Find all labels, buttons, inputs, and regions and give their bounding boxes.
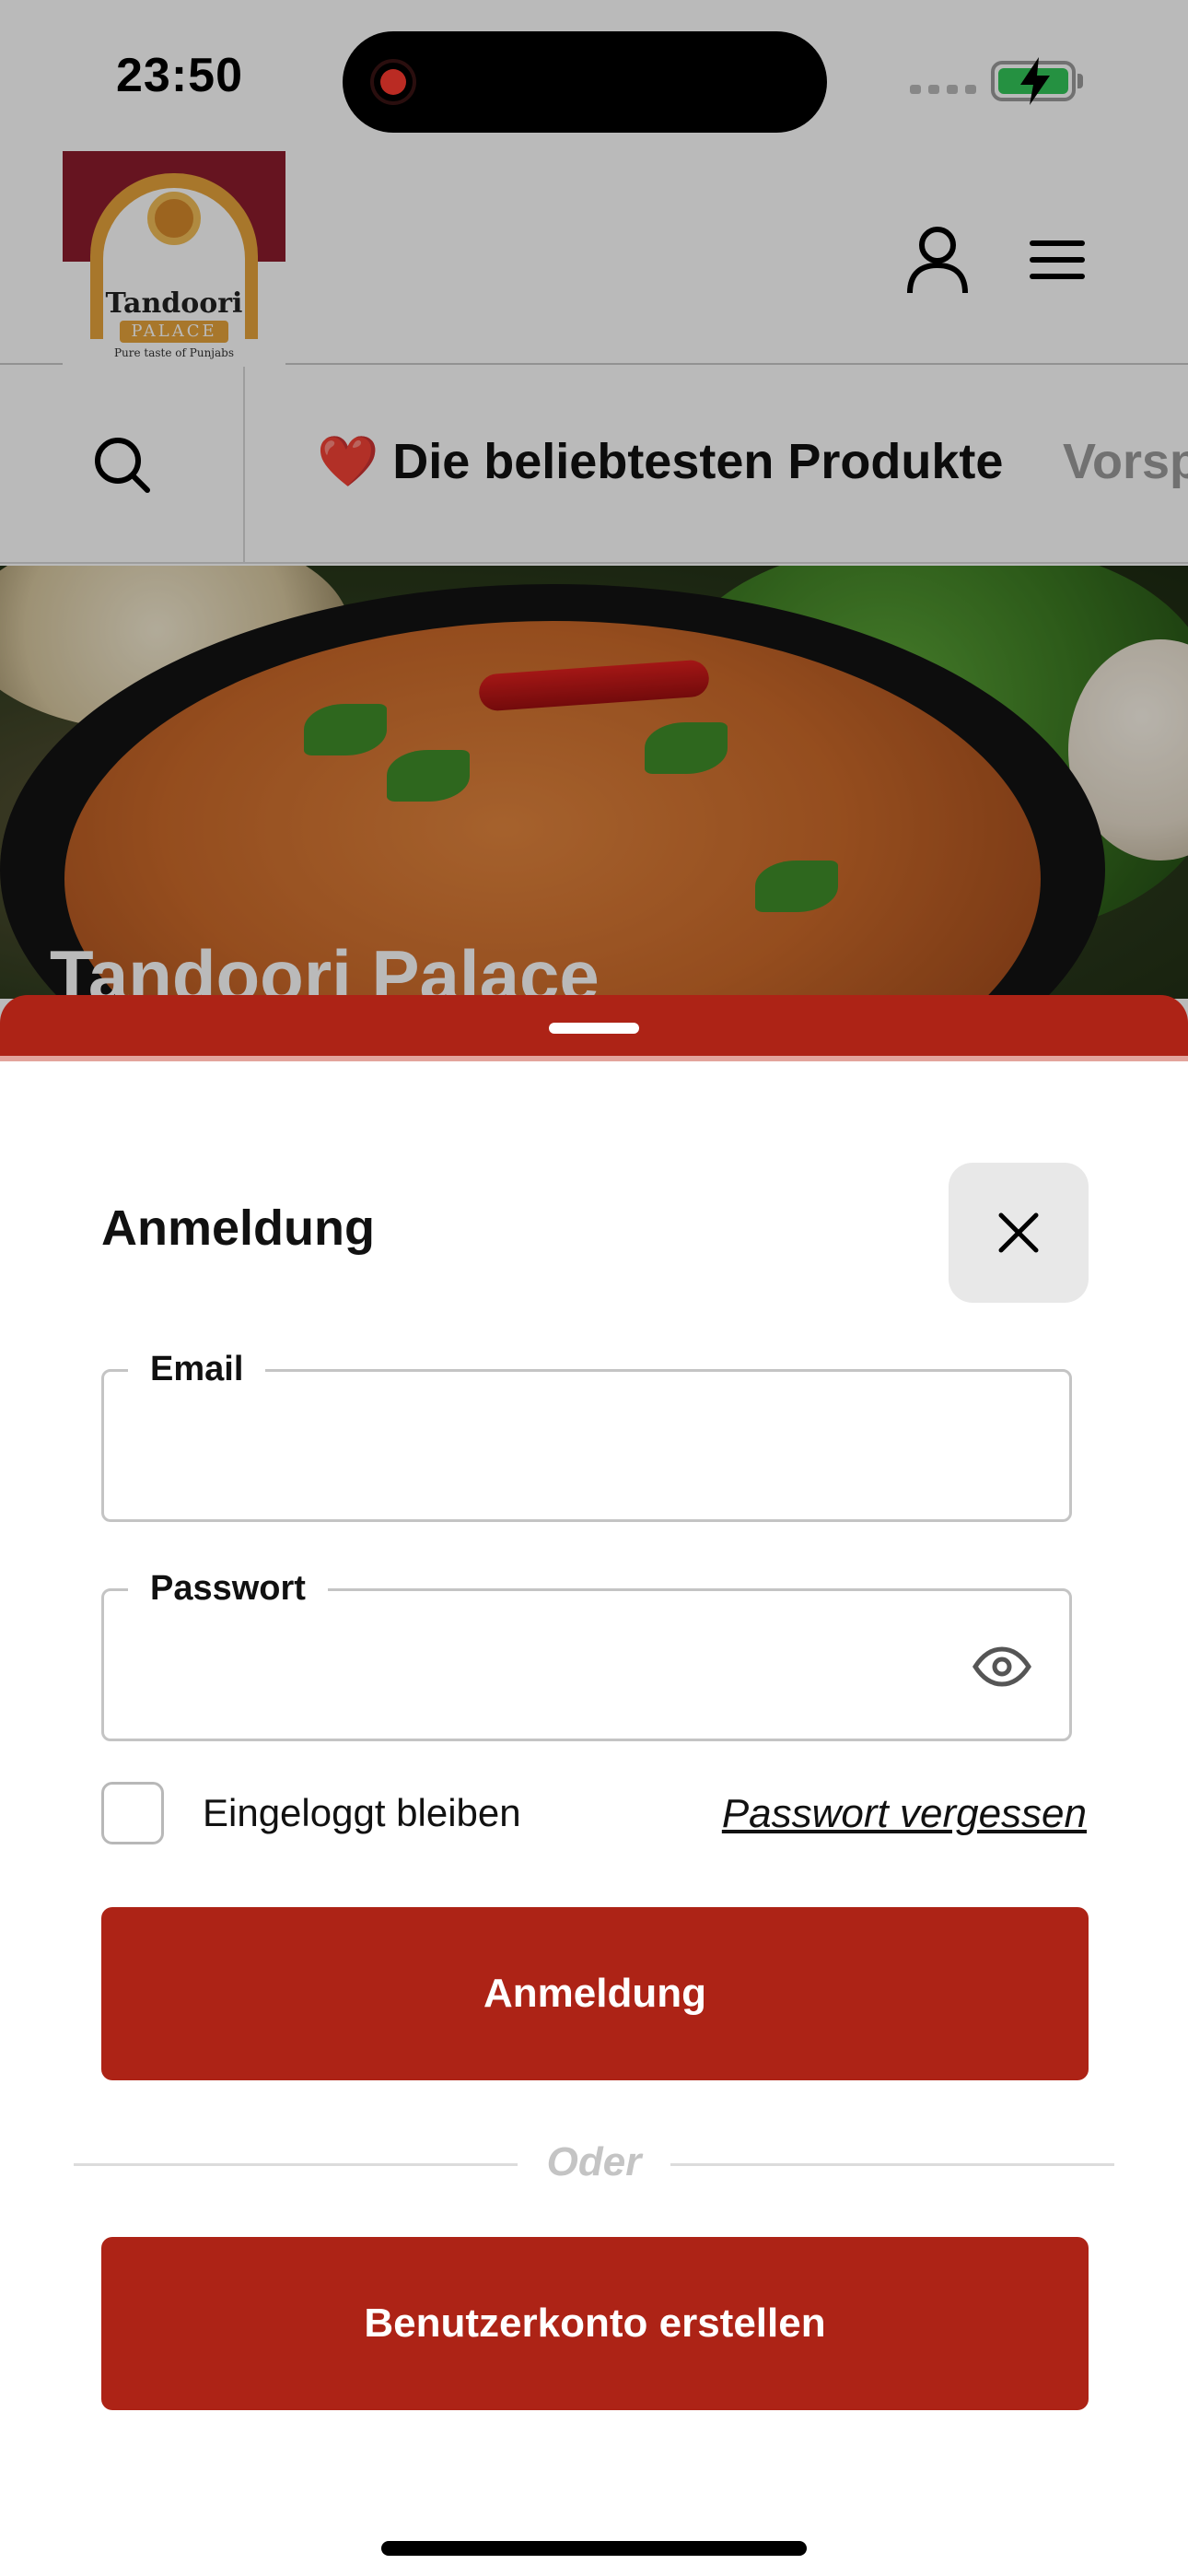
email-input[interactable] — [141, 1418, 970, 1482]
login-title: Anmeldung — [101, 1200, 375, 1256]
email-field: Email — [101, 1350, 1072, 1522]
drag-handle[interactable] — [549, 1023, 639, 1034]
show-password-button[interactable] — [972, 1639, 1032, 1694]
password-field: Passwort — [101, 1569, 1072, 1741]
forgot-password-link[interactable]: Passwort vergessen — [722, 1791, 1087, 1837]
remember-me-checkbox[interactable] — [101, 1782, 164, 1844]
password-input[interactable] — [141, 1637, 970, 1702]
divider-line-right — [670, 2163, 1114, 2166]
home-indicator[interactable] — [381, 2541, 807, 2556]
eye-icon — [973, 1646, 1031, 1687]
divider-text: Oder — [546, 2139, 642, 2184]
close-button[interactable] — [949, 1163, 1089, 1303]
close-icon — [998, 1212, 1039, 1253]
password-label: Passwort — [128, 1569, 328, 1609]
modal-backdrop[interactable] — [0, 0, 1188, 1069]
email-label: Email — [128, 1350, 266, 1389]
remember-me-label[interactable]: Eingeloggt bleiben — [203, 1791, 521, 1835]
create-account-button[interactable]: Benutzerkonto erstellen — [101, 2237, 1089, 2410]
login-button[interactable]: Anmeldung — [101, 1907, 1089, 2080]
